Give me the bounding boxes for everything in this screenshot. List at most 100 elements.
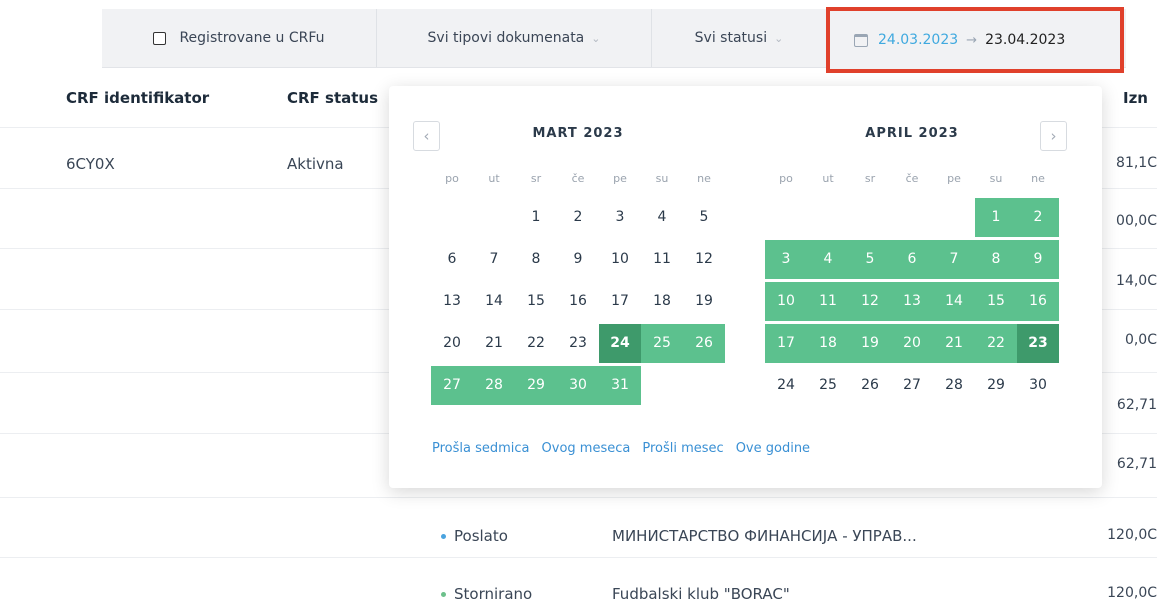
preset-link[interactable]: Ove godine — [736, 441, 810, 456]
status-dropdown[interactable]: Svi statusi ⌄ — [652, 9, 827, 67]
calendar-day[interactable]: 10 — [765, 282, 807, 321]
preset-link[interactable]: Prošli mesec — [642, 441, 723, 456]
calendar-day[interactable]: 12 — [683, 240, 725, 279]
amount-cell: 81,1C — [1116, 155, 1157, 171]
weekday-label: sr — [864, 172, 876, 185]
preset-link[interactable]: Ovog meseca — [542, 441, 631, 456]
calendar-day[interactable]: 9 — [557, 240, 599, 279]
day-grid: 1 2 3 4 5 6 7 8 9 10 11 12 13 14 15 16 17 18 19 20 21 22 23 24 2… — [765, 198, 1059, 408]
status-text: Poslato — [454, 527, 508, 545]
calendar-day[interactable]: 8 — [975, 240, 1017, 279]
calendar-day[interactable]: 24 — [765, 366, 807, 405]
calendar-day[interactable]: 4 — [641, 198, 683, 237]
calendar-day[interactable]: 24 — [599, 324, 641, 363]
calendar-day[interactable]: 8 — [515, 240, 557, 279]
calendar-day[interactable]: 18 — [807, 324, 849, 363]
calendar-day[interactable]: 21 — [933, 324, 975, 363]
calendar-day[interactable]: 5 — [849, 240, 891, 279]
calendar-day[interactable]: 15 — [975, 282, 1017, 321]
calendar-day[interactable]: 11 — [807, 282, 849, 321]
status-label: Svi statusi — [694, 30, 768, 46]
calendar-day[interactable]: 28 — [473, 366, 515, 405]
calendar-day[interactable]: 31 — [599, 366, 641, 405]
document-type-dropdown[interactable]: Svi tipovi dokumenata ⌄ — [377, 9, 652, 67]
calendar-day[interactable]: 1 — [515, 198, 557, 237]
calendar-day[interactable]: 17 — [765, 324, 807, 363]
day-grid: 1 2 3 4 5 6 7 8 9 10 11 12 13 14 15 16 17 18 19 20 21 22 23 24 2… — [431, 198, 725, 408]
header-crf-id[interactable]: CRF identifikator — [66, 89, 209, 107]
calendar-day[interactable]: 20 — [431, 324, 473, 363]
month-title: APRIL 2023 — [865, 126, 959, 141]
calendar-day[interactable]: 16 — [1017, 282, 1059, 321]
header-crf-status[interactable]: CRF status — [287, 89, 378, 107]
date-start[interactable]: 24.03.2023 — [878, 32, 958, 48]
calendar-day[interactable]: 11 — [641, 240, 683, 279]
calendar-day[interactable]: 10 — [599, 240, 641, 279]
calendar-day[interactable]: 3 — [765, 240, 807, 279]
calendar-day[interactable]: 1 — [975, 198, 1017, 237]
calendar-day[interactable]: 29 — [975, 366, 1017, 405]
calendar-day[interactable]: 25 — [641, 324, 683, 363]
calendar-day[interactable]: 22 — [515, 324, 557, 363]
calendar-day[interactable]: 23 — [1017, 324, 1059, 363]
calendar-day[interactable]: 18 — [641, 282, 683, 321]
date-range-picker[interactable]: 24.03.2023 → 23.04.2023 — [826, 7, 1124, 73]
weekday-label: pe — [947, 172, 961, 185]
arrow-right-icon: → — [966, 32, 978, 48]
calendar-day[interactable]: 14 — [933, 282, 975, 321]
calendar-day[interactable]: 3 — [599, 198, 641, 237]
status-cell: Stornirano — [441, 585, 532, 603]
weekday-label: če — [905, 172, 919, 185]
weekday-label: po — [779, 172, 793, 185]
chevron-down-icon: ⌄ — [774, 31, 784, 45]
calendar-day[interactable]: 6 — [431, 240, 473, 279]
calendar-day[interactable]: 15 — [515, 282, 557, 321]
calendar-day[interactable]: 17 — [599, 282, 641, 321]
calendar-day[interactable]: 6 — [891, 240, 933, 279]
calendar-day[interactable]: 13 — [431, 282, 473, 321]
calendar-day[interactable]: 22 — [975, 324, 1017, 363]
calendar-day[interactable]: 5 — [683, 198, 725, 237]
calendar-day[interactable]: 23 — [557, 324, 599, 363]
preset-link[interactable]: Prošla sedmica — [432, 441, 530, 456]
calendar-day[interactable]: 19 — [683, 282, 725, 321]
calendar-day[interactable]: 4 — [807, 240, 849, 279]
calendar-day[interactable]: 27 — [891, 366, 933, 405]
calendar-day[interactable]: 26 — [849, 366, 891, 405]
status-cell: Poslato — [441, 527, 508, 545]
calendar-day[interactable]: 2 — [557, 198, 599, 237]
calendar-day[interactable]: 30 — [1017, 366, 1059, 405]
calendar-day[interactable]: 16 — [557, 282, 599, 321]
calendar-day[interactable]: 20 — [891, 324, 933, 363]
calendar-day[interactable]: 7 — [933, 240, 975, 279]
calendar-day[interactable]: 12 — [849, 282, 891, 321]
header-amount[interactable]: Izn — [1123, 89, 1148, 107]
checkbox-icon[interactable] — [153, 31, 167, 45]
chevron-down-icon: ⌄ — [591, 31, 601, 45]
weekday-label: ne — [1031, 172, 1045, 185]
calendar-day[interactable]: 30 — [557, 366, 599, 405]
amount-cell: 62,71 — [1116, 456, 1157, 472]
calendar-day[interactable]: 14 — [473, 282, 515, 321]
crf-status-cell: Aktivna — [287, 155, 344, 173]
partner-cell: МИНИСТАРСТВО ФИНАНСИЈА - УПРАВ... — [612, 527, 917, 545]
row-divider — [0, 497, 1157, 498]
calendar-day[interactable]: 28 — [933, 366, 975, 405]
calendar-day[interactable]: 7 — [473, 240, 515, 279]
calendar-day[interactable]: 25 — [807, 366, 849, 405]
calendar-day[interactable]: 19 — [849, 324, 891, 363]
calendar-day[interactable]: 29 — [515, 366, 557, 405]
calendar-day[interactable]: 9 — [1017, 240, 1059, 279]
calendar-day[interactable]: 26 — [683, 324, 725, 363]
calendar-day[interactable]: 21 — [473, 324, 515, 363]
calendar-day[interactable]: 2 — [1017, 198, 1059, 237]
weekday-label: su — [989, 172, 1003, 185]
calendar-day[interactable]: 13 — [891, 282, 933, 321]
registered-crf-filter[interactable]: Registrovane u CRFu — [102, 9, 377, 67]
weekday-label: če — [571, 172, 585, 185]
date-end[interactable]: 23.04.2023 — [985, 32, 1065, 48]
document-type-label: Svi tipovi dokumenata — [427, 30, 585, 46]
weekday-label: ne — [697, 172, 711, 185]
weekday-header: po ut sr če pe su ne — [431, 172, 725, 192]
calendar-day[interactable]: 27 — [431, 366, 473, 405]
